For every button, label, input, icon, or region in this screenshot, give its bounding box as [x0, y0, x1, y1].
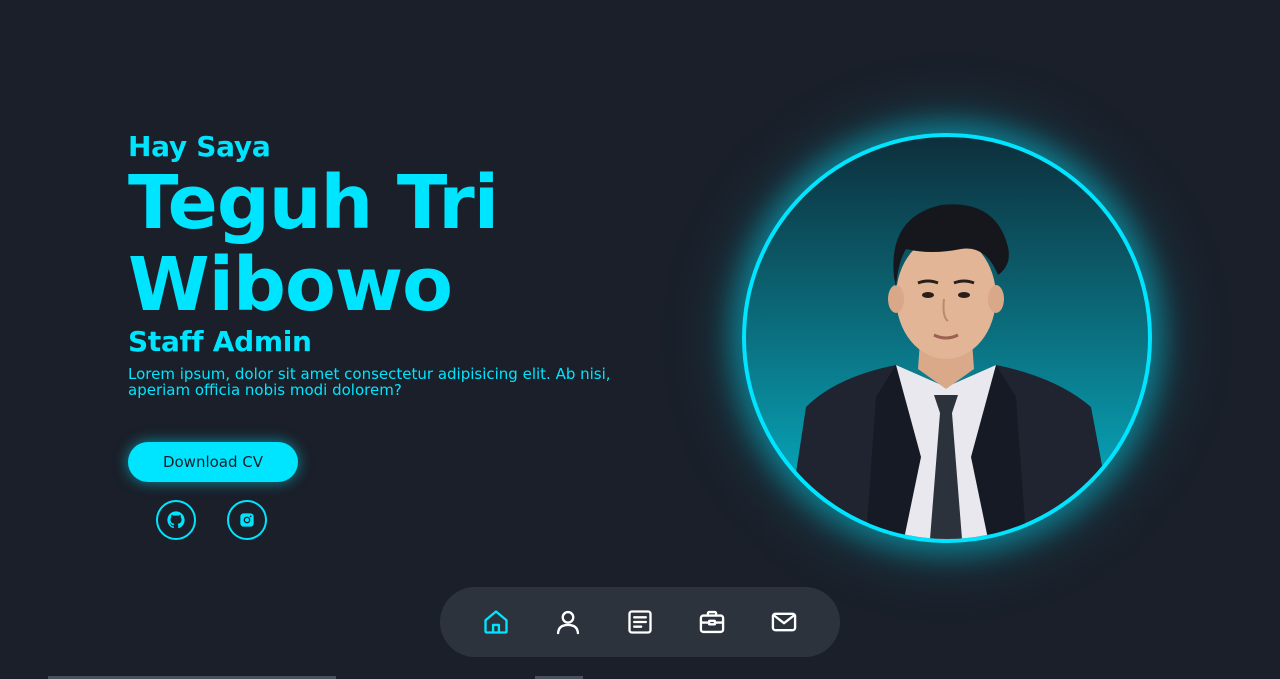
description: Lorem ipsum, dolor sit amet consectetur … [128, 365, 611, 399]
name-heading: Teguh Tri Wibowo [128, 162, 688, 326]
profile-photo [742, 133, 1152, 543]
nav-portfolio[interactable] [695, 605, 730, 640]
briefcase-icon [699, 610, 725, 634]
nav-about[interactable] [551, 605, 586, 640]
person-portrait [786, 204, 1116, 539]
bottom-nav [440, 587, 840, 657]
nav-contact[interactable] [767, 605, 802, 640]
github-link[interactable] [156, 500, 196, 540]
user-icon [556, 610, 580, 635]
instagram-icon [240, 513, 254, 527]
download-cv-button[interactable]: Download CV [128, 442, 298, 482]
name-line-2: Wibowo [128, 242, 453, 328]
document-icon [628, 610, 652, 634]
portfolio-page: Hay Saya Teguh Tri Wibowo Staff Admin Lo… [0, 0, 1280, 679]
nav-resume[interactable] [623, 605, 658, 640]
role: Staff Admin [128, 325, 312, 358]
nav-home[interactable] [479, 605, 514, 640]
github-icon [167, 511, 185, 529]
hero-text: Hay Saya Teguh Tri Wibowo Staff Admin Lo… [128, 128, 688, 398]
instagram-link[interactable] [227, 500, 267, 540]
name-line-1: Teguh Tri [128, 160, 499, 246]
home-icon [484, 610, 508, 634]
mail-icon [771, 612, 797, 632]
